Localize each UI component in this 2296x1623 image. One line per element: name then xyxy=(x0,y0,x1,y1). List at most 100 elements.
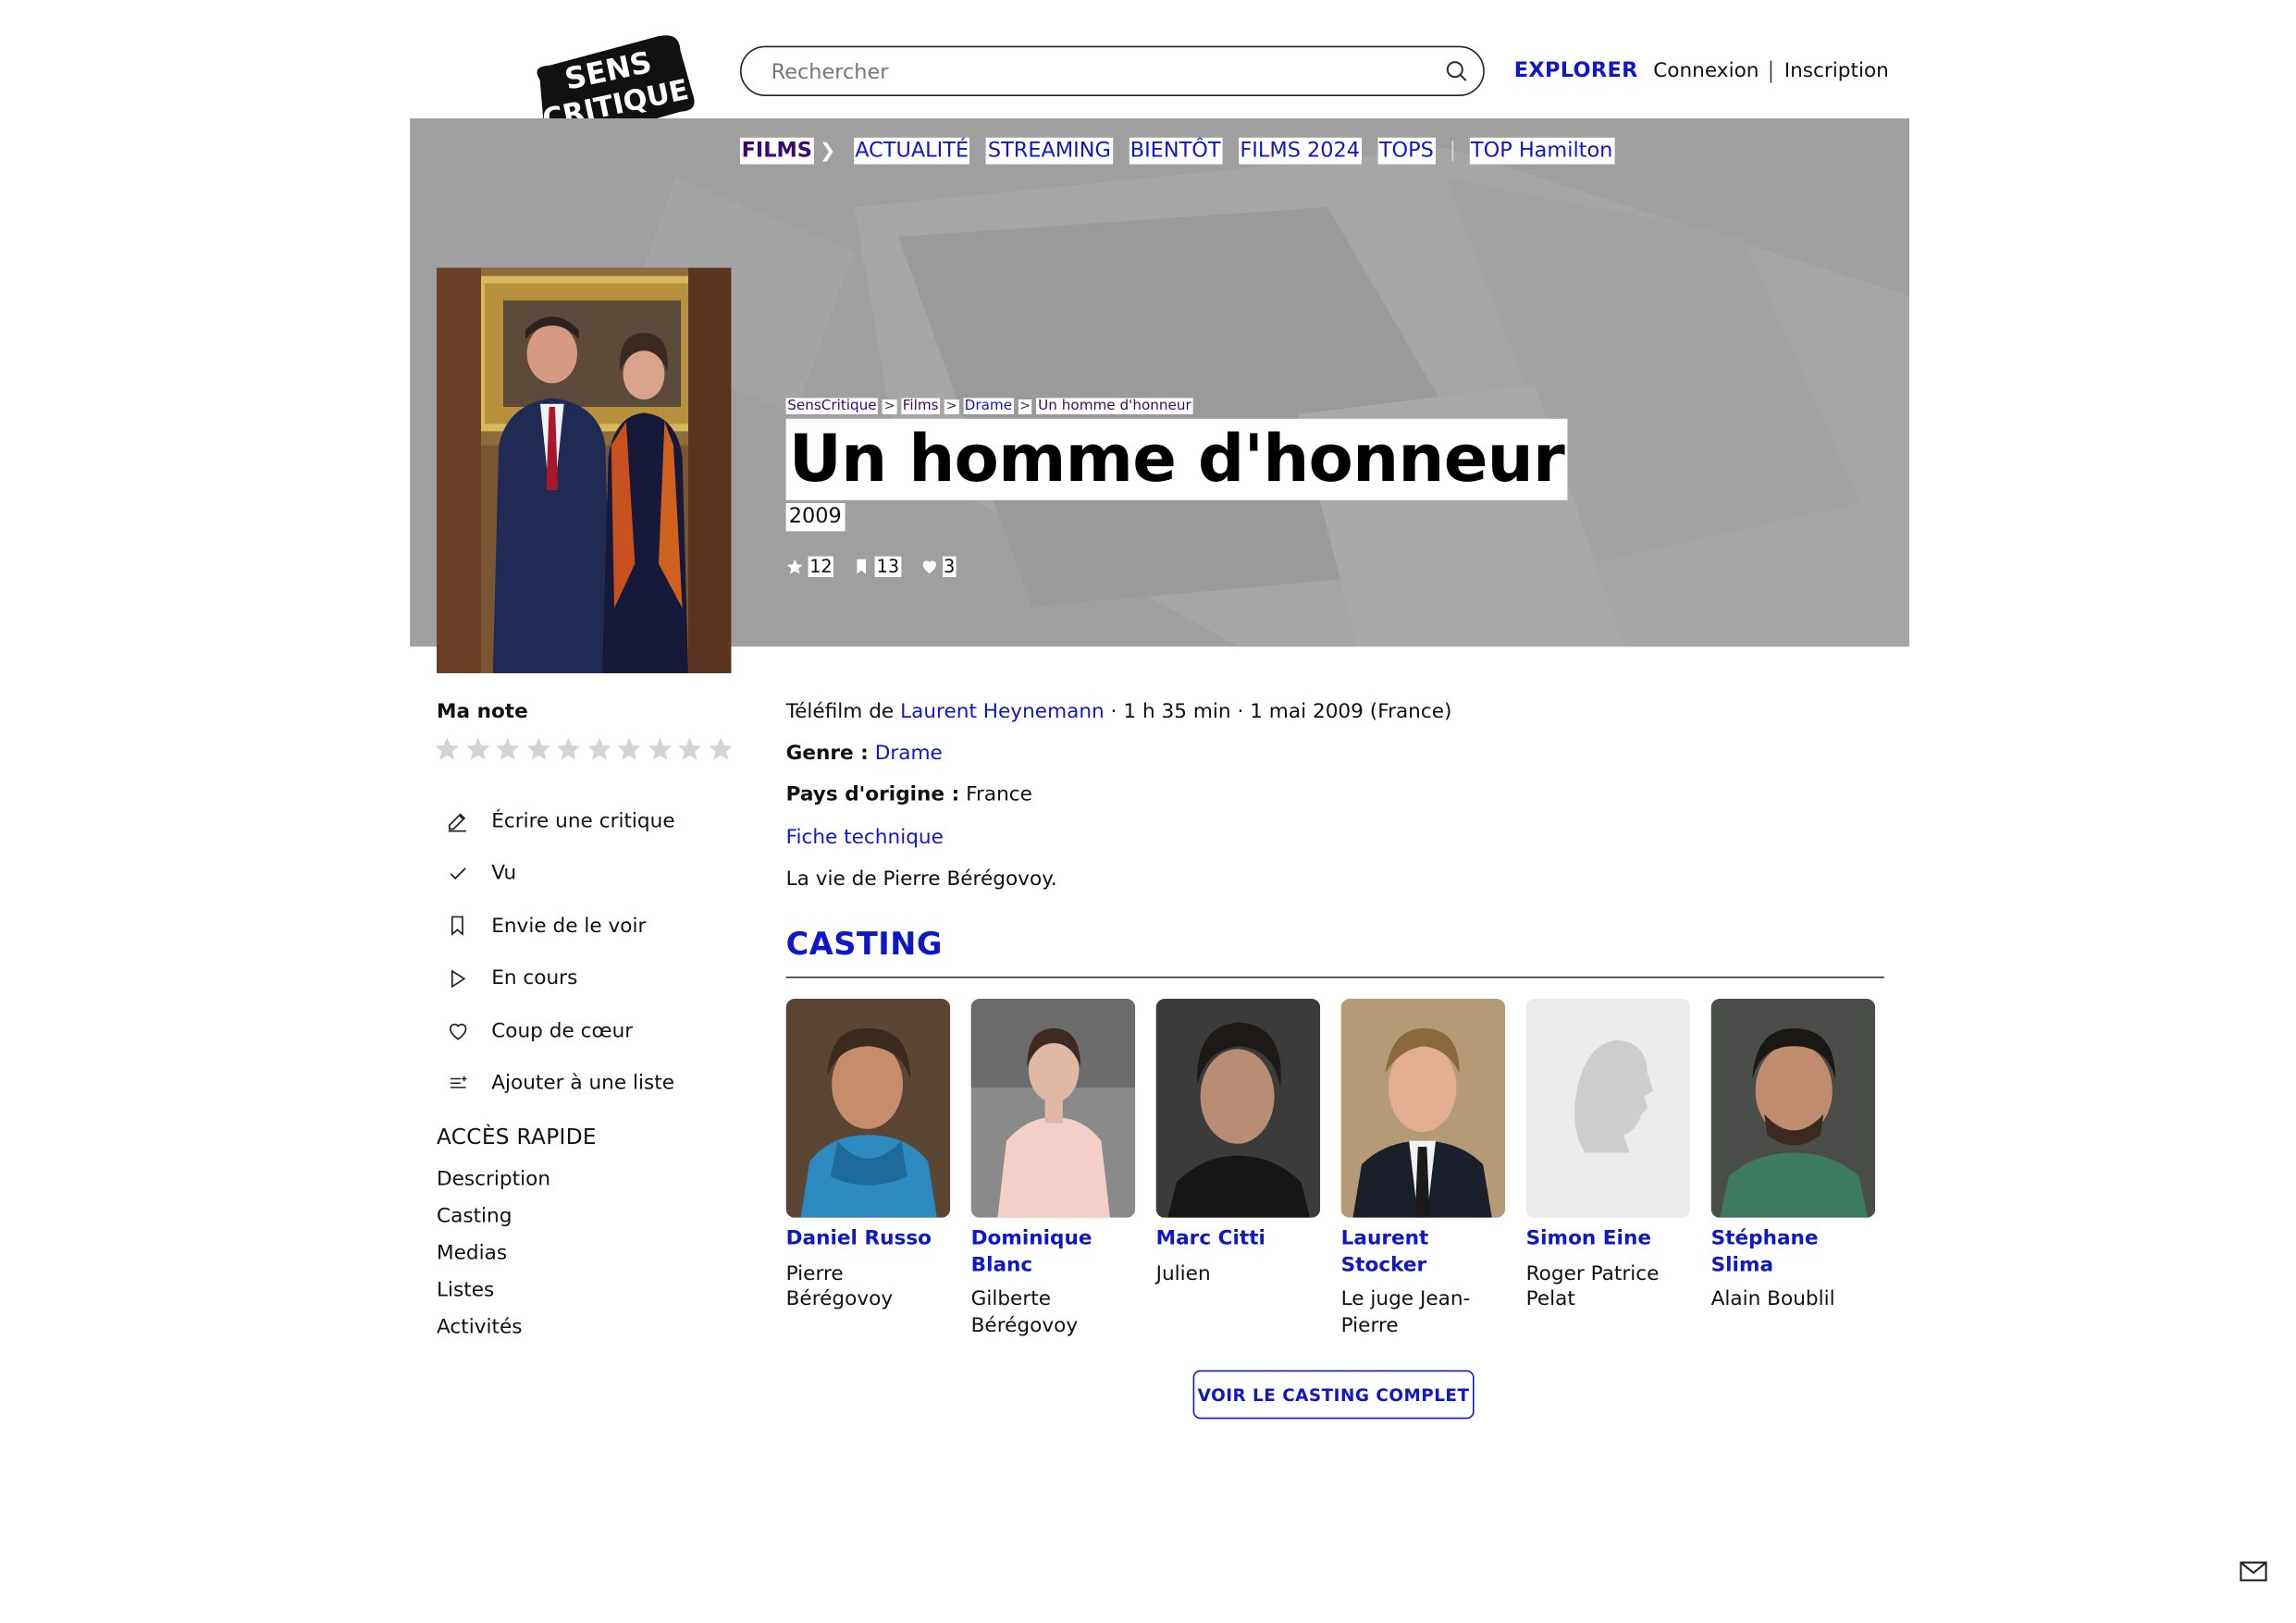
write-review-action[interactable]: Écrire une critique xyxy=(442,794,675,847)
my-rating-label: Ma note xyxy=(437,699,528,724)
subnav-bientot[interactable]: BIENTÔT xyxy=(1129,137,1223,165)
actor-name[interactable]: Marc Citti xyxy=(1156,1226,1321,1252)
full-casting-button[interactable]: VOIR LE CASTING COMPLET xyxy=(1192,1370,1475,1420)
quick-link-casting[interactable]: Casting xyxy=(437,1204,550,1241)
cast-card[interactable]: Laurent Stocker Le juge Jean-Pierre xyxy=(1340,999,1506,1339)
person-silhouette-icon xyxy=(1525,999,1691,1218)
role-name: Gilberte Bérégovoy xyxy=(970,1287,1079,1337)
genre-label: Genre : xyxy=(785,741,869,766)
actor-name[interactable]: Stéphane Slima xyxy=(1711,1226,1876,1278)
ratings-count: 12 xyxy=(786,556,834,577)
search-icon[interactable] xyxy=(1445,59,1469,83)
rating-star-icon[interactable] xyxy=(676,735,703,762)
chevron-right-icon: ❯ xyxy=(819,140,836,163)
bookmark-icon xyxy=(451,916,463,937)
play-icon xyxy=(451,969,466,988)
favorite-action[interactable]: Coup de cœur xyxy=(442,1004,674,1057)
actor-name[interactable]: Simon Eine xyxy=(1526,1226,1691,1252)
type-prefix: Téléfilm de xyxy=(785,699,895,724)
cast-card[interactable]: Stéphane Slima Alain Boublil xyxy=(1710,999,1876,1339)
bookmark-icon xyxy=(857,559,867,574)
rating-star-icon[interactable] xyxy=(555,735,582,762)
actor-photo[interactable] xyxy=(1710,999,1876,1218)
rating-star-icon[interactable] xyxy=(494,735,521,762)
star-icon xyxy=(786,559,803,574)
genre-link[interactable]: Drame xyxy=(875,742,943,766)
actor-photo[interactable] xyxy=(785,999,951,1218)
quick-access-links: Description Casting Medias Listes Activi… xyxy=(437,1167,550,1352)
role-name: Pierre Bérégovoy xyxy=(785,1261,894,1311)
quick-link-listes[interactable]: Listes xyxy=(437,1278,550,1315)
technical-sheet-line: Fiche technique xyxy=(786,826,944,850)
actor-photo[interactable] xyxy=(970,999,1136,1218)
page-title: Un homme d'honneur xyxy=(785,418,1568,500)
quick-link-medias[interactable]: Medias xyxy=(437,1241,550,1278)
breadcrumb-current: Un homme d'honneur xyxy=(1036,398,1193,414)
subnav-films-2024[interactable]: FILMS 2024 xyxy=(1238,137,1362,165)
add-to-list-action[interactable]: Ajouter à une liste xyxy=(442,1057,674,1110)
wishlist-count: 13 xyxy=(853,556,901,577)
casting-divider xyxy=(785,977,1884,978)
role-name: Roger Patrice Pelat xyxy=(1525,1261,1660,1311)
rating-star-icon[interactable] xyxy=(646,735,673,762)
subnav-tops[interactable]: TOPS xyxy=(1377,137,1436,165)
pencil-icon xyxy=(448,812,467,832)
check-icon xyxy=(449,867,466,879)
subnav-films[interactable]: FILMS xyxy=(740,137,814,165)
actor-photo-placeholder[interactable] xyxy=(1525,999,1691,1218)
favorites-count: 3 xyxy=(920,556,957,577)
cast-card[interactable]: Daniel Russo Pierre Bérégovoy xyxy=(785,999,951,1339)
login-link[interactable]: Connexion xyxy=(1653,59,1759,83)
actor-photo[interactable] xyxy=(1340,999,1506,1218)
movie-poster[interactable] xyxy=(437,267,732,673)
cast-card[interactable]: Dominique Blanc Gilberte Bérégovoy xyxy=(970,999,1136,1339)
release-year: 2009 xyxy=(785,503,846,532)
heart-icon xyxy=(449,1023,466,1040)
auth-divider xyxy=(1771,59,1772,82)
signup-link[interactable]: Inscription xyxy=(1784,59,1889,83)
quick-link-description[interactable]: Description xyxy=(437,1167,550,1204)
breadcrumb-separator-icon: > xyxy=(883,399,897,414)
breadcrumb: SensCritique > Films > Drame > Un homme … xyxy=(785,398,1193,414)
list-add-icon xyxy=(449,1076,466,1089)
rating-star-icon[interactable] xyxy=(525,735,551,762)
breadcrumb-films[interactable]: Films xyxy=(901,398,941,414)
rating-star-icon[interactable] xyxy=(616,735,643,762)
country-value: France xyxy=(966,782,1032,806)
section-subnav: FILMS ❯ ACTUALITÉ STREAMING BIENTÔT FILM… xyxy=(740,137,1631,165)
rating-star-icon[interactable] xyxy=(434,735,461,762)
subnav-top-hamilton[interactable]: TOP Hamilton xyxy=(1469,137,1614,165)
mail-icon[interactable] xyxy=(2240,1559,2267,1583)
rating-star-icon[interactable] xyxy=(586,735,612,762)
cast-card[interactable]: Simon Eine Roger Patrice Pelat xyxy=(1525,999,1691,1339)
subnav-divider xyxy=(1451,141,1453,162)
in-progress-action[interactable]: En cours xyxy=(442,953,674,1005)
subnav-actualite[interactable]: ACTUALITÉ xyxy=(853,137,970,165)
seen-action[interactable]: Vu xyxy=(442,847,674,900)
explore-link[interactable]: EXPLORER xyxy=(1514,59,1638,83)
auth-links: Connexion Inscription xyxy=(1653,59,1889,83)
actor-name[interactable]: Dominique Blanc xyxy=(971,1226,1136,1278)
quick-link-activites[interactable]: Activités xyxy=(437,1315,550,1352)
director-link[interactable]: Laurent Heynemann xyxy=(900,700,1105,724)
country-line: Pays d'origine : France xyxy=(786,782,1032,806)
rating-star-icon[interactable] xyxy=(464,735,491,762)
actor-name[interactable]: Laurent Stocker xyxy=(1341,1226,1506,1278)
actor-name[interactable]: Daniel Russo xyxy=(786,1226,951,1252)
cast-card[interactable]: Marc Citti Julien xyxy=(1155,999,1321,1339)
technical-sheet-link[interactable]: Fiche technique xyxy=(786,826,944,850)
actor-photo[interactable] xyxy=(1155,999,1321,1218)
country-label: Pays d'origine : xyxy=(785,782,960,806)
subnav-streaming[interactable]: STREAMING xyxy=(986,137,1113,165)
wishlist-action[interactable]: Envie de le voir xyxy=(442,900,674,953)
rating-star-icon[interactable] xyxy=(707,735,734,762)
casting-title: CASTING xyxy=(785,926,943,962)
search-input[interactable] xyxy=(768,47,1426,96)
search-bar xyxy=(740,45,1485,96)
movie-stats: 12 13 3 xyxy=(786,556,976,577)
breadcrumb-senscritique[interactable]: SensCritique xyxy=(785,398,879,414)
rating-stars[interactable] xyxy=(434,735,734,762)
quick-access-title: ACCÈS RAPIDE xyxy=(437,1125,597,1150)
breadcrumb-drame[interactable]: Drame xyxy=(963,398,1014,414)
role-name: Le juge Jean-Pierre xyxy=(1340,1287,1471,1337)
